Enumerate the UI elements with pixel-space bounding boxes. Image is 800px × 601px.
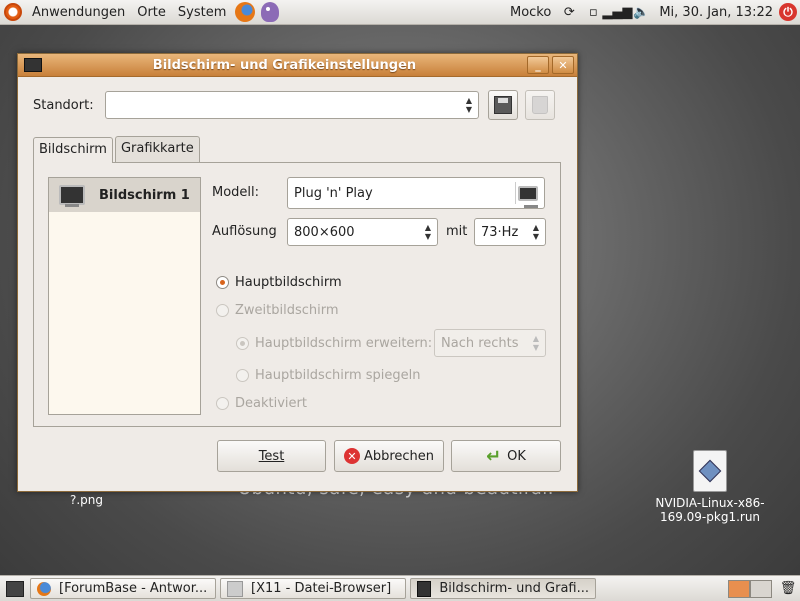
save-location-button[interactable]	[488, 90, 518, 120]
radio-primary[interactable]	[216, 276, 229, 289]
trash-applet-icon[interactable]: 🗑	[779, 580, 797, 598]
monitor-window-icon	[24, 58, 42, 72]
radio-mirror-label[interactable]: Hauptbildschirm spiegeln	[255, 368, 420, 383]
file-browser-icon	[227, 580, 243, 597]
dialog-title: Bildschirm- und Grafikeinstellungen	[152, 57, 417, 73]
radio-extend[interactable]	[236, 337, 249, 350]
dialog-titlebar[interactable]: Bildschirm- und Grafikeinstellungen _ ✕	[18, 54, 577, 77]
refresh-rate-value: 73·Hz	[481, 224, 519, 240]
resolution-value: 800×600	[294, 224, 355, 240]
floppy-disk-icon	[494, 96, 512, 114]
location-combo-arrows-icon: ▲ ▼	[465, 96, 472, 114]
radio-disabled-row[interactable]: Deaktiviert	[216, 396, 307, 411]
extend-direction-value: Nach rechts	[441, 335, 519, 351]
radio-deactivated-label[interactable]: Deaktiviert	[235, 396, 307, 411]
tab-bar: Bildschirm Grafikkarte	[33, 136, 202, 163]
extend-direction-combo[interactable]: Nach rechts ▲ ▼	[434, 329, 546, 357]
monitor-icon	[59, 185, 85, 207]
ok-button-label: OK	[507, 448, 526, 464]
desktop-file-nvidia-label[interactable]: NVIDIA-Linux-x86-169.09-pkg1.run	[645, 496, 775, 524]
display-settings-dialog: Bildschirm- und Grafikeinstellungen _ ✕ …	[17, 53, 578, 492]
signal-strength-icon[interactable]: ▂▄▆	[602, 3, 632, 21]
taskbar-item[interactable]: Bildschirm- und Grafi...	[410, 578, 596, 599]
taskbar-item-label: [ForumBase - Antwor...	[59, 581, 208, 596]
model-label: Modell:	[212, 185, 260, 200]
menu-places[interactable]: Orte	[131, 0, 172, 24]
test-button[interactable]: Test	[217, 440, 326, 472]
taskbar-item[interactable]: [X11 - Datei-Browser]	[220, 578, 406, 599]
trash-icon	[532, 96, 548, 114]
model-combo[interactable]: Plug 'n' Play	[287, 177, 545, 209]
bottom-panel: [ForumBase - Antwor... [X11 - Datei-Brow…	[0, 575, 800, 601]
show-desktop-icon[interactable]	[6, 580, 24, 597]
ubuntu-logo-icon[interactable]	[4, 3, 22, 21]
tab-screen[interactable]: Bildschirm	[33, 137, 113, 163]
desktop-file-nvidia[interactable]: NVIDIA-Linux-x86-169.09-pkg1.run	[645, 450, 775, 524]
cancel-button-label: Abbrechen	[363, 448, 435, 464]
radio-extend-row[interactable]: Hauptbildschirm erweitern:	[236, 336, 432, 351]
model-value: Plug 'n' Play	[294, 185, 373, 201]
delete-location-button[interactable]	[525, 90, 555, 120]
monitor-task-icon	[417, 580, 432, 597]
user-name[interactable]: Mocko	[504, 0, 557, 24]
network-manager-icon[interactable]: ▫	[584, 3, 602, 21]
radio-extend-label[interactable]: Hauptbildschirm erweitern:	[255, 336, 432, 351]
monitor-small-icon	[518, 185, 538, 208]
taskbar-item-label: Bildschirm- und Grafi...	[439, 581, 589, 596]
refresh-arrows-icon: ▲ ▼	[532, 223, 539, 241]
test-button-label: Test	[258, 448, 285, 464]
screen-list-item-label: Bildschirm 1	[99, 187, 190, 203]
clock[interactable]: Mi, 30. Jan, 13:22	[653, 0, 779, 24]
resolution-combo[interactable]: 800×600 ▲ ▼	[287, 218, 438, 246]
ok-arrow-icon: ↵	[486, 445, 502, 467]
workspace-2[interactable]	[750, 579, 772, 598]
radio-secondary-row[interactable]: Zweitbildschirm	[216, 303, 339, 318]
location-combo[interactable]: ▲ ▼	[105, 91, 479, 119]
taskbar-item-label: [X11 - Datei-Browser]	[251, 581, 392, 596]
update-notifier-icon[interactable]: ⟳	[560, 3, 578, 21]
taskbar-item[interactable]: [ForumBase - Antwor...	[30, 578, 216, 599]
resolution-label: Auflösung	[212, 224, 277, 239]
menu-system[interactable]: System	[172, 0, 232, 24]
refresh-rate-combo[interactable]: 73·Hz ▲ ▼	[474, 218, 546, 246]
radio-secondary[interactable]	[216, 304, 229, 317]
volume-icon[interactable]: 🔈	[632, 3, 650, 21]
screen-tab-panel: Bildschirm 1 Modell: Plug 'n' Play Auflö…	[33, 162, 561, 427]
close-button[interactable]: ✕	[552, 56, 574, 74]
shutdown-icon[interactable]: ⏻	[779, 3, 797, 21]
menu-applications[interactable]: Anwendungen	[26, 0, 131, 24]
radio-primary-row[interactable]: Hauptbildschirm	[216, 275, 342, 290]
location-label: Standort:	[33, 97, 94, 113]
model-chooser-button[interactable]	[515, 182, 540, 208]
screen-list-item[interactable]: Bildschirm 1	[49, 178, 200, 212]
cancel-button[interactable]: ✕ Abbrechen	[334, 440, 444, 472]
location-row: Standort: ▲ ▼	[33, 90, 555, 120]
cancel-icon: ✕	[343, 448, 360, 464]
ok-button[interactable]: ↵ OK	[451, 440, 561, 472]
with-label: mit	[446, 224, 468, 239]
resolution-arrows-icon: ▲ ▼	[424, 223, 431, 241]
screen-list[interactable]: Bildschirm 1	[48, 177, 201, 415]
desktop-file-png-label[interactable]: ?.png	[70, 493, 103, 507]
pidgin-launcher-icon[interactable]	[261, 2, 280, 22]
top-panel: Anwendungen Orte System Mocko ⟳ ▫ ▂▄▆ 🔈 …	[0, 0, 800, 25]
radio-mirror-row[interactable]: Hauptbildschirm spiegeln	[236, 368, 420, 383]
tab-graphics-card[interactable]: Grafikkarte	[114, 136, 200, 162]
radio-secondary-label[interactable]: Zweitbildschirm	[235, 303, 339, 318]
firefox-icon	[37, 581, 51, 596]
workspace-1[interactable]	[728, 579, 750, 598]
radio-deactivated[interactable]	[216, 397, 229, 410]
minimize-button[interactable]: _	[527, 56, 549, 74]
firefox-launcher-icon[interactable]	[235, 2, 256, 22]
radio-mirror[interactable]	[236, 369, 249, 382]
radio-primary-label[interactable]: Hauptbildschirm	[235, 275, 342, 290]
extend-direction-arrows-icon: ▲ ▼	[532, 334, 539, 352]
installer-file-icon[interactable]	[693, 450, 727, 492]
